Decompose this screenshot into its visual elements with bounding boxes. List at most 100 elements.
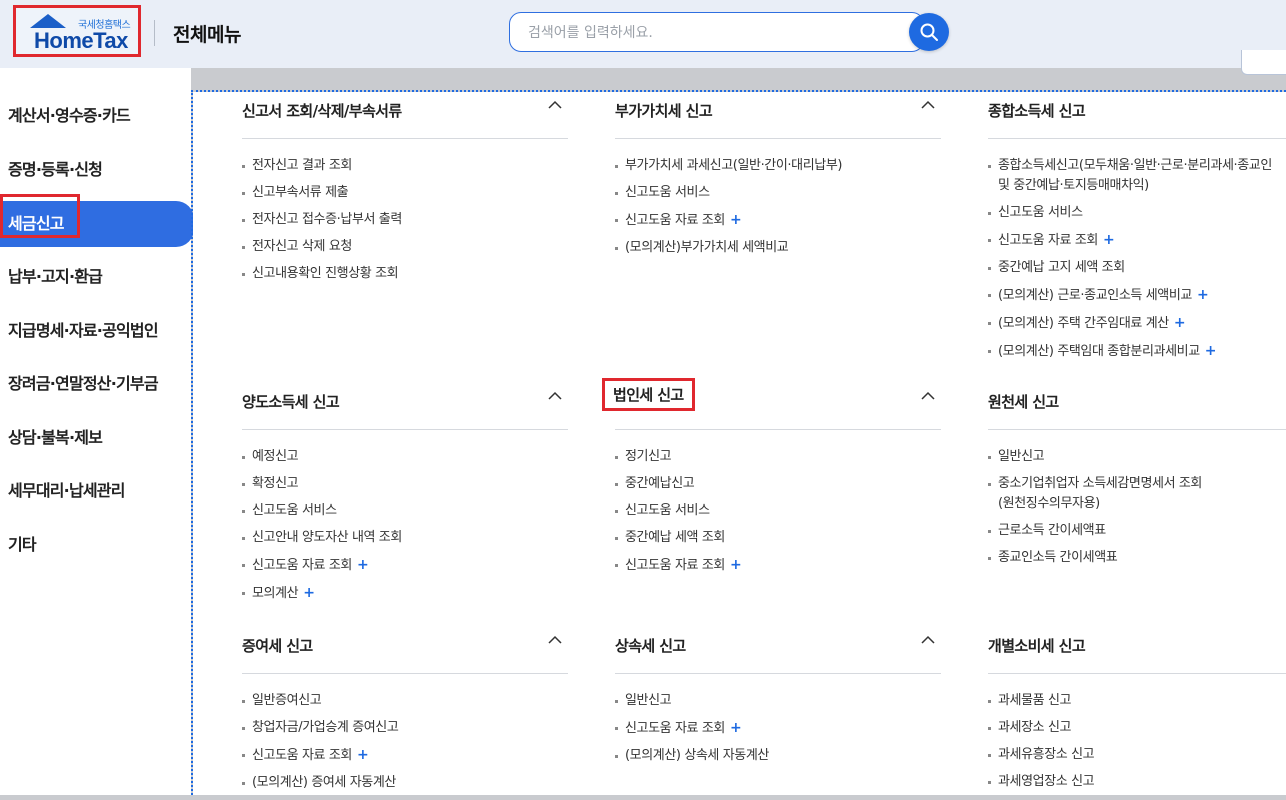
section-header[interactable]: 법인세 신고 — [602, 378, 941, 430]
section-header[interactable]: 개별소비세 신고 — [988, 631, 1286, 674]
sidebar-item-payment[interactable]: 납부·고지·환급 — [0, 254, 194, 300]
sidebar-item-incentive[interactable]: 장려금·연말정산·기부금 — [0, 361, 194, 407]
plus-icon[interactable]: + — [730, 557, 742, 573]
plus-icon[interactable]: + — [1174, 315, 1186, 331]
chevron-up-icon[interactable] — [548, 635, 562, 645]
menu-link[interactable]: 중간예납 고지 세액 조회 — [988, 258, 1286, 278]
menu-link[interactable]: 신고도움 자료 조회 + — [242, 555, 568, 576]
menu-link[interactable]: 과세장소 신고 — [988, 718, 1286, 738]
menu-link-label: 전자신고 결과 조회 — [252, 158, 352, 173]
section-gift-tax: 증여세 신고 일반증여신고 창업자금/가업승계 증여신고 신고도움 자료 조회 +… — [242, 631, 568, 800]
plus-icon[interactable]: + — [730, 212, 742, 228]
header-side-tab[interactable] — [1241, 50, 1286, 75]
chevron-up-icon[interactable] — [921, 100, 935, 110]
menu-link[interactable]: 신고도움 자료 조회 + — [615, 210, 941, 231]
menu-link[interactable]: (모의계산) 주택 간주임대료 계산 + — [988, 313, 1286, 334]
hometax-logo[interactable]: 국세청홈택스 HomeTax — [13, 5, 141, 57]
menu-link[interactable]: 신고도움 자료 조회 + — [615, 718, 941, 739]
menu-link[interactable]: 신고도움 서비스 — [988, 203, 1286, 223]
menu-link-label: 신고도움 자료 조회 — [252, 558, 352, 573]
menu-link[interactable]: (모의계산) 상속세 자동계산 — [615, 746, 941, 766]
menu-link-label: 신고도움 서비스 — [998, 205, 1083, 220]
menu-link[interactable]: (모의계산) 증여세 자동계산 — [242, 773, 568, 793]
menu-link[interactable]: 과세유흥장소 신고 — [988, 745, 1286, 765]
menu-link[interactable]: 종합소득세신고(모두채움·일반·근로·분리과세·종교인 및 중간예납·토지등매매차… — [988, 156, 1286, 196]
menu-link-label: 예정신고 — [252, 449, 299, 464]
menu-link[interactable]: 부가가치세 과세신고(일반·간이·대리납부) — [615, 156, 941, 176]
menu-link[interactable]: 신고부속서류 제출 — [242, 183, 568, 203]
menu-link[interactable]: 중간예납신고 — [615, 474, 941, 494]
menu-link[interactable]: 종교인소득 간이세액표 — [988, 548, 1286, 568]
sidebar-item-label: 계산서·영수증·카드 — [8, 106, 131, 125]
menu-link[interactable]: 신고도움 자료 조회 + — [242, 745, 568, 766]
menu-link-label: 일반신고 — [625, 693, 672, 708]
menu-link[interactable]: 모의계산 + — [242, 583, 568, 604]
menu-list: 전자신고 결과 조회 신고부속서류 제출 전자신고 접수증·납부서 출력 전자신… — [242, 139, 568, 284]
menu-link-label: 신고도움 서비스 — [252, 503, 337, 518]
chevron-up-icon[interactable] — [921, 635, 935, 645]
section-header[interactable]: 부가가치세 신고 — [615, 96, 941, 139]
plus-icon[interactable]: + — [730, 720, 742, 736]
menu-link[interactable]: 중소기업취업자 소득세감면명세서 조회 (원천징수의무자용) — [988, 474, 1286, 514]
plus-icon[interactable]: + — [357, 747, 369, 763]
plus-icon[interactable]: + — [1103, 232, 1115, 248]
sidebar-item-tax-filing[interactable]: 세금신고 — [0, 194, 194, 247]
section-header[interactable]: 상속세 신고 — [615, 631, 941, 674]
menu-link[interactable]: 일반증여신고 — [242, 691, 568, 711]
menu-link-label: 신고도움 자료 조회 — [625, 558, 725, 573]
menu-link[interactable]: 신고도움 자료 조회 + — [988, 230, 1286, 251]
top-header: 국세청홈택스 HomeTax 전체메뉴 — [0, 0, 1286, 68]
sidebar-item-invoice[interactable]: 계산서·영수증·카드 — [0, 93, 194, 139]
menu-link[interactable]: 신고내용확인 진행상황 조회 — [242, 264, 568, 284]
menu-link[interactable]: 신고도움 서비스 — [615, 501, 941, 521]
menu-link[interactable]: 정기신고 — [615, 447, 941, 467]
section-header[interactable]: 신고서 조회/삭제/부속서류 — [242, 96, 568, 139]
menu-link[interactable]: 과세영업장소 신고 — [988, 772, 1286, 792]
menu-link[interactable]: 전자신고 삭제 요청 — [242, 237, 568, 257]
menu-link[interactable]: 전자신고 결과 조회 — [242, 156, 568, 176]
chevron-up-icon[interactable] — [548, 100, 562, 110]
menu-link[interactable]: 창업자금/가업승계 증여신고 — [242, 718, 568, 738]
menu-link-label: 과세영업장소 신고 — [998, 774, 1095, 789]
menu-link-label: 근로소득 간이세액표 — [998, 523, 1106, 538]
search-button[interactable] — [909, 13, 949, 51]
chevron-up-icon[interactable] — [548, 391, 562, 401]
plus-icon[interactable]: + — [303, 585, 315, 601]
menu-list: 예정신고 확정신고 신고도움 서비스 신고안내 양도자산 내역 조회 신고도움 … — [242, 430, 568, 604]
page-title: 전체메뉴 — [173, 24, 241, 46]
plus-icon[interactable]: + — [1197, 287, 1209, 303]
menu-list: 일반증여신고 창업자금/가업승계 증여신고 신고도움 자료 조회 + (모의계산)… — [242, 674, 568, 793]
menu-link-label: 모의계산 — [252, 586, 299, 601]
chevron-up-icon[interactable] — [921, 391, 935, 401]
menu-link[interactable]: (모의계산) 주택임대 종합분리과세비교 + — [988, 341, 1286, 362]
menu-link[interactable]: 일반신고 — [988, 447, 1286, 467]
section-header[interactable]: 원천세 신고 — [988, 387, 1286, 430]
menu-link[interactable]: 근로소득 간이세액표 — [988, 521, 1286, 541]
menu-link[interactable]: 신고도움 자료 조회 + — [615, 555, 941, 576]
sidebar-item-agent[interactable]: 세무대리·납세관리 — [0, 468, 194, 514]
plus-icon[interactable]: + — [1205, 343, 1217, 359]
menu-link[interactable]: 중간예납 세액 조회 — [615, 528, 941, 548]
menu-link[interactable]: (모의계산)부가가치세 세액비교 — [615, 238, 941, 258]
menu-link[interactable]: 일반신고 — [615, 691, 941, 711]
menu-link-label: 창업자금/가업승계 증여신고 — [252, 720, 399, 735]
section-excise-tax: 개별소비세 신고 과세물품 신고 과세장소 신고 과세유흥장소 신고 과세영업장… — [988, 631, 1286, 799]
menu-link[interactable]: 예정신고 — [242, 447, 568, 467]
menu-link[interactable]: 과세물품 신고 — [988, 691, 1286, 711]
menu-link[interactable]: 신고도움 서비스 — [615, 183, 941, 203]
menu-link[interactable]: (모의계산) 근로·종교인소득 세액비교 + — [988, 285, 1286, 306]
menu-link[interactable]: 신고안내 양도자산 내역 조회 — [242, 528, 568, 548]
sidebar-item-statement[interactable]: 지급명세·자료·공익법인 — [0, 308, 194, 354]
section-header[interactable]: 증여세 신고 — [242, 631, 568, 674]
search-input[interactable] — [526, 13, 910, 53]
menu-link[interactable]: 신고도움 서비스 — [242, 501, 568, 521]
section-header[interactable]: 종합소득세 신고 — [988, 96, 1286, 139]
menu-list: 종합소득세신고(모두채움·일반·근로·분리과세·종교인 및 중간예납·토지등매매차… — [988, 139, 1286, 362]
sidebar-item-etc[interactable]: 기타 — [0, 522, 194, 568]
plus-icon[interactable]: + — [357, 557, 369, 573]
menu-link[interactable]: 전자신고 접수증·납부서 출력 — [242, 210, 568, 230]
menu-link[interactable]: 확정신고 — [242, 474, 568, 494]
section-header[interactable]: 양도소득세 신고 — [242, 387, 568, 430]
sidebar-item-consult[interactable]: 상담·불복·제보 — [0, 415, 194, 461]
sidebar-item-certificate[interactable]: 증명·등록·신청 — [0, 147, 194, 193]
